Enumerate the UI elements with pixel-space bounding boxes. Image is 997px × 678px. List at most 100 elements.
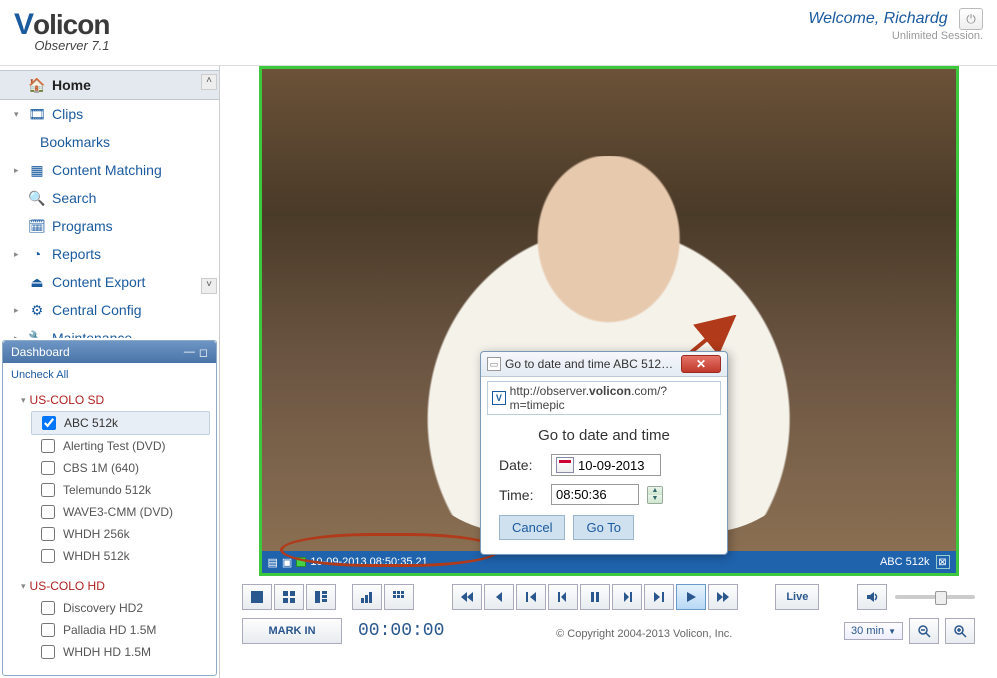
tagline: Observer 7.1 <box>14 38 109 53</box>
nav-reports[interactable]: ▸◔Reports <box>0 240 219 268</box>
dashboard-titlebar: Dashboard — ◻ <box>3 341 216 363</box>
group-us-colo-sd[interactable]: ▾US-COLO SD <box>3 389 216 411</box>
chevron-down-icon: ▼ <box>888 627 896 636</box>
group-us-colo-hd[interactable]: ▾US-COLO HD <box>3 575 216 597</box>
pause-button[interactable] <box>580 584 610 610</box>
zoom-out-button[interactable] <box>909 618 939 644</box>
nav-content-export[interactable]: ⏏Content Export <box>0 268 219 296</box>
dialog-heading: Go to date and time <box>499 427 709 444</box>
nav-programs[interactable]: 🗓Programs <box>0 212 219 240</box>
header: Volicon Observer 7.1 Welcome, Richardg ⏻… <box>0 0 997 66</box>
skip-back-button[interactable] <box>516 584 546 610</box>
collapse-icon[interactable]: ▾ <box>14 104 22 124</box>
rewind-button[interactable] <box>484 584 514 610</box>
channel-alerting-test[interactable]: Alerting Test (DVD) <box>3 435 216 457</box>
spinner-down[interactable]: ▼ <box>648 495 662 503</box>
channel-checkbox[interactable] <box>41 623 55 637</box>
nav-scroll-up[interactable]: ˄ <box>201 74 217 90</box>
channel-checkbox[interactable] <box>42 416 56 430</box>
video-timestamp[interactable]: 10-09-2013 08:50:35.21 <box>310 556 427 568</box>
channel-checkbox[interactable] <box>41 527 55 541</box>
date-input[interactable] <box>578 458 656 473</box>
date-label: Date: <box>499 457 543 473</box>
channel-checkbox[interactable] <box>41 549 55 563</box>
channel-whdh-256k[interactable]: WHDH 256k <box>3 523 216 545</box>
nav-content-matching[interactable]: ▸▦Content Matching <box>0 156 219 184</box>
dashboard-title: Dashboard <box>11 345 70 359</box>
frame-forward-button[interactable] <box>612 584 642 610</box>
logo: Volicon <box>14 8 109 42</box>
channel-whdh-512k[interactable]: WHDH 512k <box>3 545 216 567</box>
volume-slider[interactable] <box>895 595 975 599</box>
calendar-icon[interactable] <box>556 457 574 473</box>
expand-icon[interactable]: ▸ <box>14 300 22 320</box>
layout-quad-button[interactable] <box>274 584 304 610</box>
channel-checkbox[interactable] <box>41 461 55 475</box>
expand-icon[interactable]: ▸ <box>14 244 22 264</box>
channel-cbs-1m[interactable]: CBS 1M (640) <box>3 457 216 479</box>
clips-icon: 🎞 <box>28 106 46 122</box>
goto-button[interactable]: Go To <box>573 515 633 540</box>
video-channel-label: ABC 512k <box>880 556 930 568</box>
expand-icon[interactable]: ▸ <box>14 328 22 338</box>
nav-maintenance[interactable]: ▸🔧Maintenance <box>0 324 219 338</box>
nav-home[interactable]: 🏠Home <box>0 70 219 100</box>
chart-button[interactable] <box>352 584 382 610</box>
welcome-block: Welcome, Richardg ⏻ Unlimited Session. <box>808 8 983 42</box>
zoom-in-button[interactable] <box>945 618 975 644</box>
mark-in-button[interactable]: MARK IN <box>242 618 342 644</box>
logout-button[interactable]: ⏻ <box>959 8 983 30</box>
nav-bookmarks[interactable]: Bookmarks <box>0 128 219 156</box>
welcome-text: Welcome, Richardg <box>808 10 947 27</box>
channel-wave3-cmm[interactable]: WAVE3-CMM (DVD) <box>3 501 216 523</box>
nav: 🏠Home ▾🎞Clips Bookmarks ▸▦Content Matchi… <box>0 66 219 338</box>
frame-back-button[interactable] <box>548 584 578 610</box>
channel-checkbox[interactable] <box>41 645 55 659</box>
grid-button[interactable] <box>384 584 414 610</box>
nav-clips[interactable]: ▾🎞Clips <box>0 100 219 128</box>
panel-restore-icon[interactable]: ◻ <box>199 346 208 359</box>
channel-palladia-hd[interactable]: Palladia HD 1.5M <box>3 619 216 641</box>
channel-telemundo-512k[interactable]: Telemundo 512k <box>3 479 216 501</box>
layout-list-button[interactable] <box>306 584 336 610</box>
channel-checkbox[interactable] <box>41 439 55 453</box>
cc-icon[interactable]: ▤ <box>268 556 278 569</box>
play-button[interactable] <box>676 584 706 610</box>
uncheck-all-link[interactable]: Uncheck All <box>3 365 216 385</box>
nav-search[interactable]: 🔍Search <box>0 184 219 212</box>
logo-block: Volicon Observer 7.1 <box>14 8 109 53</box>
gear-icon: ⚙ <box>28 302 46 318</box>
video-close-button[interactable]: ⊠ <box>936 555 950 569</box>
nav-central-config[interactable]: ▸⚙Central Config <box>0 296 219 324</box>
nav-scroll-down[interactable]: ˅ <box>201 278 217 294</box>
rewind-fast-button[interactable] <box>452 584 482 610</box>
channel-checkbox[interactable] <box>41 505 55 519</box>
forward-fast-button[interactable] <box>708 584 738 610</box>
dialog-window-title: Go to date and time ABC 512k -... <box>505 357 677 371</box>
channel-whdh-hd[interactable]: WHDH HD 1.5M <box>3 641 216 663</box>
channel-discovery-hd2[interactable]: Discovery HD2 <box>3 597 216 619</box>
channel-abc-512k[interactable]: ABC 512k <box>31 411 210 435</box>
live-button[interactable]: Live <box>775 584 819 610</box>
match-icon: ▦ <box>28 162 46 178</box>
channel-checkbox[interactable] <box>41 601 55 615</box>
dialog-titlebar[interactable]: ▭ Go to date and time ABC 512k -... ✕ <box>481 352 727 377</box>
spinner-up[interactable]: ▲ <box>648 487 662 495</box>
volume-button[interactable] <box>857 584 887 610</box>
dashboard-body: Uncheck All ▾US-COLO SD ABC 512k Alertin… <box>3 363 216 675</box>
duration-selector[interactable]: 30 min ▼ <box>844 622 903 640</box>
expand-icon[interactable]: ▸ <box>14 160 22 180</box>
channel-checkbox[interactable] <box>41 483 55 497</box>
cancel-button[interactable]: Cancel <box>499 515 565 540</box>
collapse-icon: ▾ <box>21 581 26 592</box>
camera-icon[interactable]: ▣ <box>282 556 292 569</box>
volicon-favicon-icon: V <box>492 391 506 405</box>
panel-minimize-icon[interactable]: — <box>184 346 195 359</box>
content-area: ▤ ▣ 10-09-2013 08:50:35.21 ABC 512k ⊠ <box>220 66 997 678</box>
skip-forward-button[interactable] <box>644 584 674 610</box>
dialog-close-button[interactable]: ✕ <box>681 355 721 373</box>
time-input[interactable] <box>556 487 634 502</box>
layout-single-button[interactable] <box>242 584 272 610</box>
player-controls: Live MARK IN 00:00:00 © Copyright 2004-2… <box>228 576 989 648</box>
dialog-url-bar[interactable]: V http://observer.volicon.com/?m=timepic <box>487 381 721 415</box>
